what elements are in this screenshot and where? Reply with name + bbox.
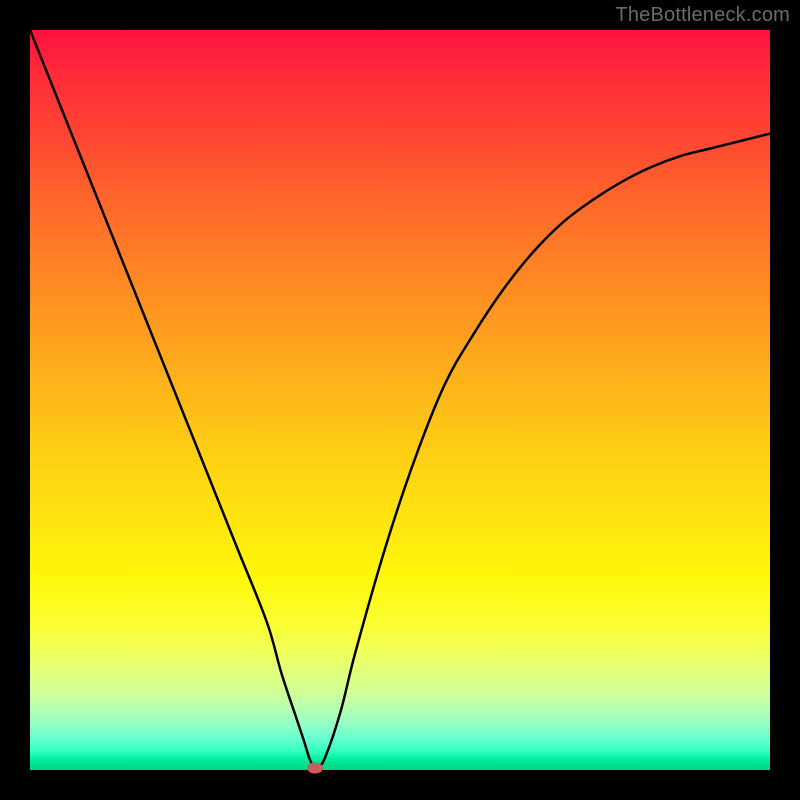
chart-container: TheBottleneck.com bbox=[0, 0, 800, 800]
watermark-text: TheBottleneck.com bbox=[615, 4, 790, 27]
optimum-marker bbox=[307, 762, 323, 773]
bottleneck-curve bbox=[30, 30, 770, 767]
curve-svg bbox=[30, 30, 770, 770]
plot-area bbox=[30, 30, 770, 770]
